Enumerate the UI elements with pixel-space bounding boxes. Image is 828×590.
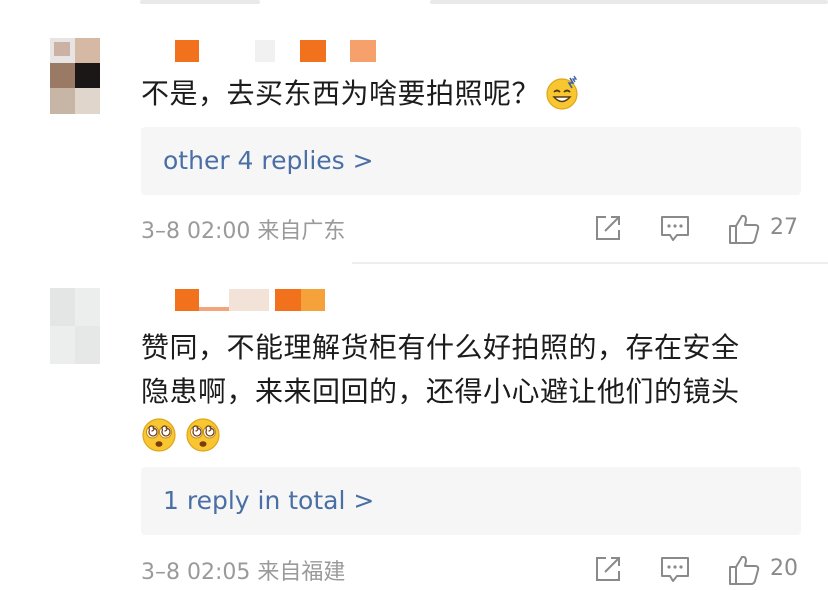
comment-divider [352, 262, 828, 264]
like-button[interactable]: 20 [727, 550, 801, 590]
dizzy-eyes-emoji [142, 418, 176, 452]
comment-icon [661, 557, 689, 582]
view-replies-link[interactable]: other 4 replies > [141, 127, 801, 195]
like-count: 27 [770, 215, 798, 240]
comment-meta: 3–8 02:05 来自福建 20 [141, 550, 801, 590]
thumbs-up-icon [729, 214, 760, 244]
comment-text: 不是，去买东西为啥要拍照呢？ [141, 72, 801, 116]
thumbs-up-icon [729, 555, 760, 585]
timestamp: 3–8 02:00 来自广东 [141, 219, 346, 244]
like-count: 20 [770, 556, 798, 581]
share-button[interactable] [593, 209, 625, 249]
view-replies-link[interactable]: 1 reply in total > [141, 467, 801, 535]
like-button[interactable]: 27 [727, 209, 801, 249]
username-redacted[interactable] [145, 289, 405, 313]
top-divider [140, 0, 828, 6]
avatar[interactable] [50, 288, 100, 364]
sweat-smile-emoji [546, 75, 578, 110]
comment-meta: 3–8 02:00 来自广东 27 [141, 209, 801, 249]
comment-text: 赞同，不能理解货柜有什么好拍照的，存在安全 隐患啊，来来回回的，还得小心避让他们… [141, 326, 801, 458]
dizzy-eyes-emoji [186, 418, 220, 452]
share-icon [596, 557, 620, 581]
comment-button[interactable] [659, 209, 693, 249]
comment-button[interactable] [659, 550, 693, 590]
username-redacted[interactable] [145, 40, 405, 64]
share-icon [596, 216, 620, 240]
timestamp: 3–8 02:05 来自福建 [141, 560, 346, 585]
avatar[interactable] [50, 38, 100, 114]
comment-icon [661, 216, 689, 241]
share-button[interactable] [593, 550, 625, 590]
